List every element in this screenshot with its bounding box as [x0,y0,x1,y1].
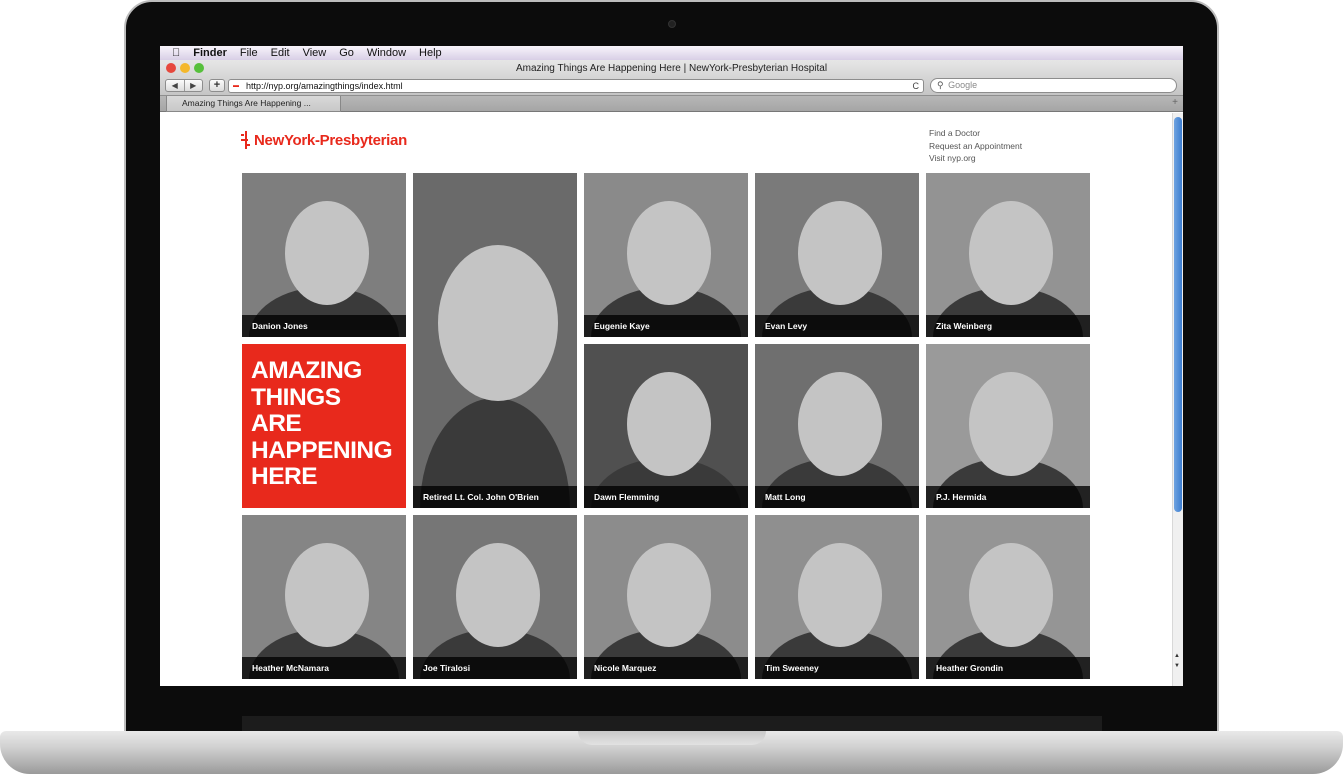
tagline-tile: AMAZING THINGS ARE HAPPENING HERE [242,344,406,508]
portrait-tile[interactable]: Joe Tiralosi [413,515,577,679]
portrait-caption: Heather Grondin [926,657,1090,679]
tagline-line: HAPPENING [251,436,393,464]
portrait-photo [242,173,406,337]
forward-button[interactable]: ▶ [185,80,203,91]
portrait-caption: Evan Levy [755,315,919,337]
screen:  Finder File Edit View Go Window Help A… [160,46,1183,686]
portrait-tile[interactable]: Heather Grondin [926,515,1090,679]
visit-nyp-link[interactable]: Visit nyp.org [929,152,1022,165]
page-content: NewYork-Presbyterian Find a Doctor Reque… [160,113,1172,686]
portrait-caption: Tim Sweeney [755,657,919,679]
portrait-photo [926,173,1090,337]
menu-go[interactable]: Go [339,47,354,59]
portrait-photo [926,515,1090,679]
portrait-photo [413,173,577,508]
menu-window[interactable]: Window [367,47,406,59]
portrait-photo [926,344,1090,508]
menu-file[interactable]: File [240,47,258,59]
tagline-line: HERE [251,463,318,490]
logo-text: NewYork-Presbyterian [254,131,407,149]
tagline-line: THINGS [251,383,341,411]
laptop-hinge [242,716,1102,731]
portrait-tile[interactable]: Retired Lt. Col. John O'Brien [413,173,577,508]
find-doctor-link[interactable]: Find a Doctor [929,127,1022,140]
menu-view[interactable]: View [303,47,327,59]
site-favicon-icon: ▬ [233,82,239,89]
portrait-tile[interactable]: Zita Weinberg [926,173,1090,337]
portrait-photo [755,344,919,508]
portrait-caption: Nicole Marquez [584,657,748,679]
tab-active[interactable]: Amazing Things Are Happening ... [166,96,341,112]
search-placeholder: Google [948,80,978,90]
tagline-line: ARE [251,410,302,437]
portrait-tile[interactable]: Nicole Marquez [584,515,748,679]
nyp-logo[interactable]: NewYork-Presbyterian [241,131,407,149]
tab-bar: Amazing Things Are Happening ... + [160,96,1183,112]
new-tab-icon[interactable]: + [1172,97,1178,108]
apple-icon[interactable]:  [172,47,180,59]
search-icon: ⚲ [937,80,944,90]
window-titlebar: Amazing Things Are Happening Here | NewY… [160,60,1183,96]
portrait-tile[interactable]: P.J. Hermida [926,344,1090,508]
portrait-tile[interactable]: Eugenie Kaye [584,173,748,337]
portrait-caption: Dawn Flemming [584,486,748,508]
address-bar[interactable]: ▬ http://nyp.org/amazingthings/index.htm… [228,79,924,93]
laptop-notch [578,731,766,745]
window-title: Amazing Things Are Happening Here | NewY… [515,63,828,74]
portrait-tile[interactable]: Dawn Flemming [584,344,748,508]
portrait-tile[interactable]: Matt Long [755,344,919,508]
search-input[interactable]: ⚲ Google [930,78,1177,93]
back-forward-group: ◀ ▶ [165,79,203,92]
portrait-caption: Matt Long [755,486,919,508]
add-bookmark-button[interactable]: + [209,79,225,92]
address-text: http://nyp.org/amazingthings/index.html [246,81,403,91]
portrait-caption: Eugenie Kaye [584,315,748,337]
reload-icon[interactable]: C [913,80,920,92]
nyp-logo-mark-icon [241,131,251,149]
portrait-photo [242,515,406,679]
portrait-caption: Joe Tiralosi [413,657,577,679]
menu-app-name[interactable]: Finder [193,47,227,59]
header-links: Find a Doctor Request an Appointment Vis… [929,127,1022,165]
scroll-up-icon[interactable]: ▲ [1174,653,1180,659]
portrait-caption: P.J. Hermida [926,486,1090,508]
menu-help[interactable]: Help [419,47,442,59]
portrait-photo [413,515,577,679]
scroll-down-icon[interactable]: ▼ [1174,663,1180,669]
portrait-caption: Danion Jones [242,315,406,337]
request-appointment-link[interactable]: Request an Appointment [929,140,1022,153]
portrait-tile[interactable]: Evan Levy [755,173,919,337]
portrait-photo [584,173,748,337]
vertical-scrollbar[interactable]: ▲ ▼ [1172,113,1183,686]
camera [668,20,676,28]
menu-edit[interactable]: Edit [271,47,290,59]
portrait-tile[interactable]: Danion Jones [242,173,406,337]
portrait-caption: Heather McNamara [242,657,406,679]
menu-bar:  Finder File Edit View Go Window Help [160,46,1183,60]
portrait-caption: Retired Lt. Col. John O'Brien [413,486,577,508]
portrait-photo [755,515,919,679]
portrait-caption: Zita Weinberg [926,315,1090,337]
portrait-photo [584,515,748,679]
scroll-thumb[interactable] [1174,117,1182,512]
portrait-tile[interactable]: Heather McNamara [242,515,406,679]
tagline-line: AMAZING [251,357,362,384]
portrait-tile[interactable]: Tim Sweeney [755,515,919,679]
portrait-photo [584,344,748,508]
back-button[interactable]: ◀ [166,80,185,91]
portrait-photo [755,173,919,337]
